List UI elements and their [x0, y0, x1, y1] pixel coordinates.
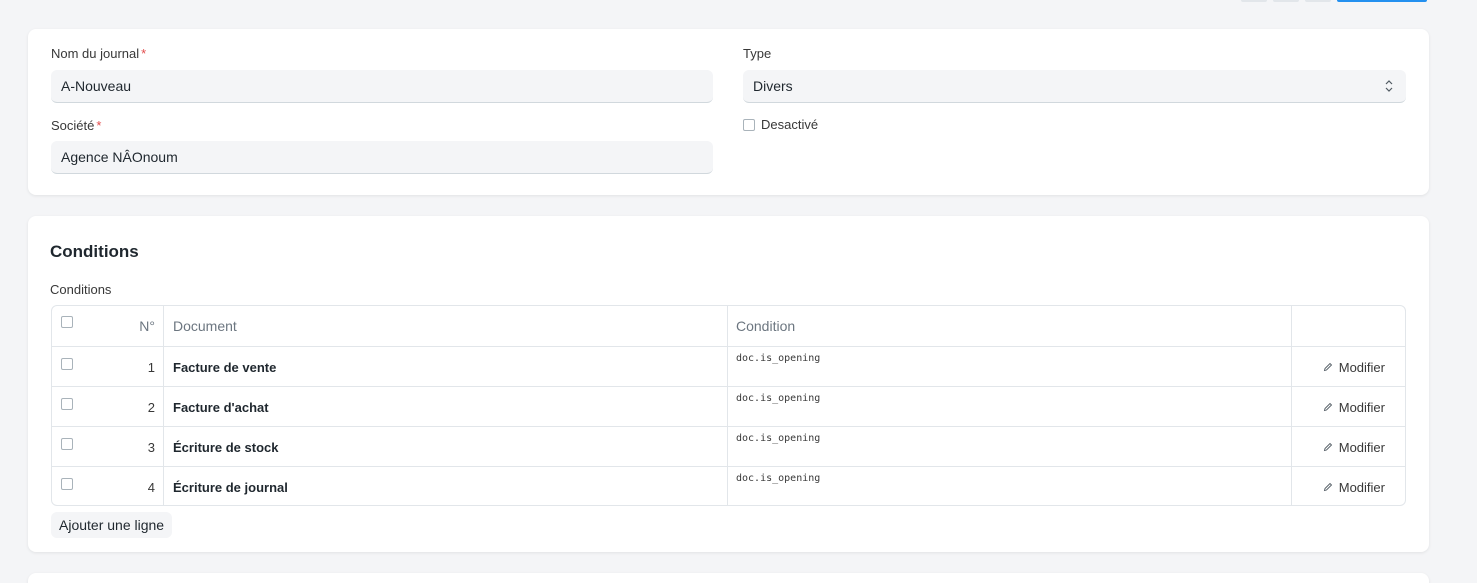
conditions-table-label: Conditions	[50, 282, 112, 297]
row-number: 4	[147, 479, 155, 495]
row-condition[interactable]: doc.is_opening	[727, 387, 1291, 427]
row-condition[interactable]: doc.is_opening	[727, 427, 1291, 467]
journal-name-label-text: Nom du journal	[51, 46, 140, 61]
row-number: 3	[147, 439, 155, 455]
column-header-no: N°	[139, 318, 155, 334]
row-number: 1	[147, 359, 155, 375]
pencil-icon	[1323, 442, 1332, 452]
edit-row-button[interactable]: Modifier	[1291, 427, 1405, 467]
journal-name-input[interactable]: A-Nouveau	[51, 70, 713, 103]
pencil-icon	[1323, 402, 1332, 412]
journal-name-value: A-Nouveau	[61, 78, 132, 94]
type-value: Divers	[753, 78, 793, 94]
journal-details-card: Nom du journal * A-Nouveau Société * Agenc…	[28, 29, 1429, 195]
type-label: Type	[743, 46, 772, 61]
row-document[interactable]: Facture d'achat	[163, 387, 727, 427]
type-select[interactable]: Divers	[743, 70, 1406, 103]
section-title: Conditions	[50, 242, 139, 261]
row-checkbox[interactable]	[61, 478, 73, 490]
company-value: Agence NÂOnoum	[61, 149, 178, 165]
toolbar-button-stub[interactable]	[1273, 0, 1299, 2]
column-header-document: Document	[163, 306, 727, 346]
conditions-grid: N° Document Condition 1 Facture de vente…	[51, 305, 1406, 506]
table-row[interactable]: 1 Facture de vente doc.is_opening Modifi…	[52, 346, 1405, 387]
company-label-text: Société	[51, 118, 95, 133]
grid-header-row: N° Document Condition	[52, 306, 1405, 346]
row-select-cell	[52, 387, 82, 427]
row-condition[interactable]: doc.is_opening	[727, 347, 1291, 387]
column-header-actions	[1291, 306, 1405, 346]
row-checkbox[interactable]	[61, 438, 73, 450]
row-document[interactable]: Écriture de stock	[163, 427, 727, 467]
row-document[interactable]: Facture de vente	[163, 347, 727, 387]
disabled-checkbox[interactable]	[743, 118, 755, 131]
row-checkbox[interactable]	[61, 398, 73, 410]
toolbar-button-stub[interactable]	[1241, 0, 1267, 2]
journal-name-label: Nom du journal *	[51, 46, 146, 61]
chevron-updown-icon	[1384, 78, 1394, 94]
disabled-checkbox-row[interactable]: Desactivé	[743, 117, 818, 132]
row-number: 2	[147, 399, 155, 415]
select-all-checkbox[interactable]	[61, 316, 73, 328]
required-marker: *	[141, 46, 147, 61]
row-select-cell	[52, 467, 82, 505]
edit-row-button[interactable]: Modifier	[1291, 467, 1405, 505]
edit-row-button[interactable]: Modifier	[1291, 387, 1405, 427]
pencil-icon	[1323, 362, 1332, 372]
select-all-cell	[52, 306, 82, 346]
toolbar-button-stub[interactable]	[1305, 0, 1331, 2]
company-label: Société *	[51, 118, 101, 133]
next-section-card	[28, 573, 1429, 583]
edit-row-label: Modifier	[1338, 479, 1385, 495]
table-row[interactable]: 2 Facture d'achat doc.is_opening Modifie…	[52, 386, 1405, 427]
add-row-button[interactable]: Ajouter une ligne	[51, 512, 173, 538]
primary-action-button-stub[interactable]	[1337, 0, 1427, 2]
required-marker: *	[96, 118, 102, 133]
edit-row-label: Modifier	[1338, 439, 1385, 455]
company-input[interactable]: Agence NÂOnoum	[51, 141, 713, 174]
column-header-condition: Condition	[727, 306, 1291, 346]
row-select-cell	[52, 347, 82, 387]
table-row[interactable]: 3 Écriture de stock doc.is_opening Modif…	[52, 426, 1405, 467]
edit-row-label: Modifier	[1338, 399, 1385, 415]
edit-row-button[interactable]: Modifier	[1291, 347, 1405, 387]
disabled-label: Desactivé	[761, 117, 819, 132]
edit-row-label: Modifier	[1338, 359, 1385, 375]
pencil-icon	[1323, 482, 1332, 492]
row-document[interactable]: Écriture de journal	[163, 467, 727, 505]
table-row[interactable]: 4 Écriture de journal doc.is_opening Mod…	[52, 466, 1405, 505]
top-toolbar-remnant	[1241, 0, 1427, 2]
row-checkbox[interactable]	[61, 358, 73, 370]
row-select-cell	[52, 427, 82, 467]
conditions-card: Conditions Conditions N° Document Condit…	[28, 216, 1429, 552]
row-condition[interactable]: doc.is_opening	[727, 467, 1291, 505]
